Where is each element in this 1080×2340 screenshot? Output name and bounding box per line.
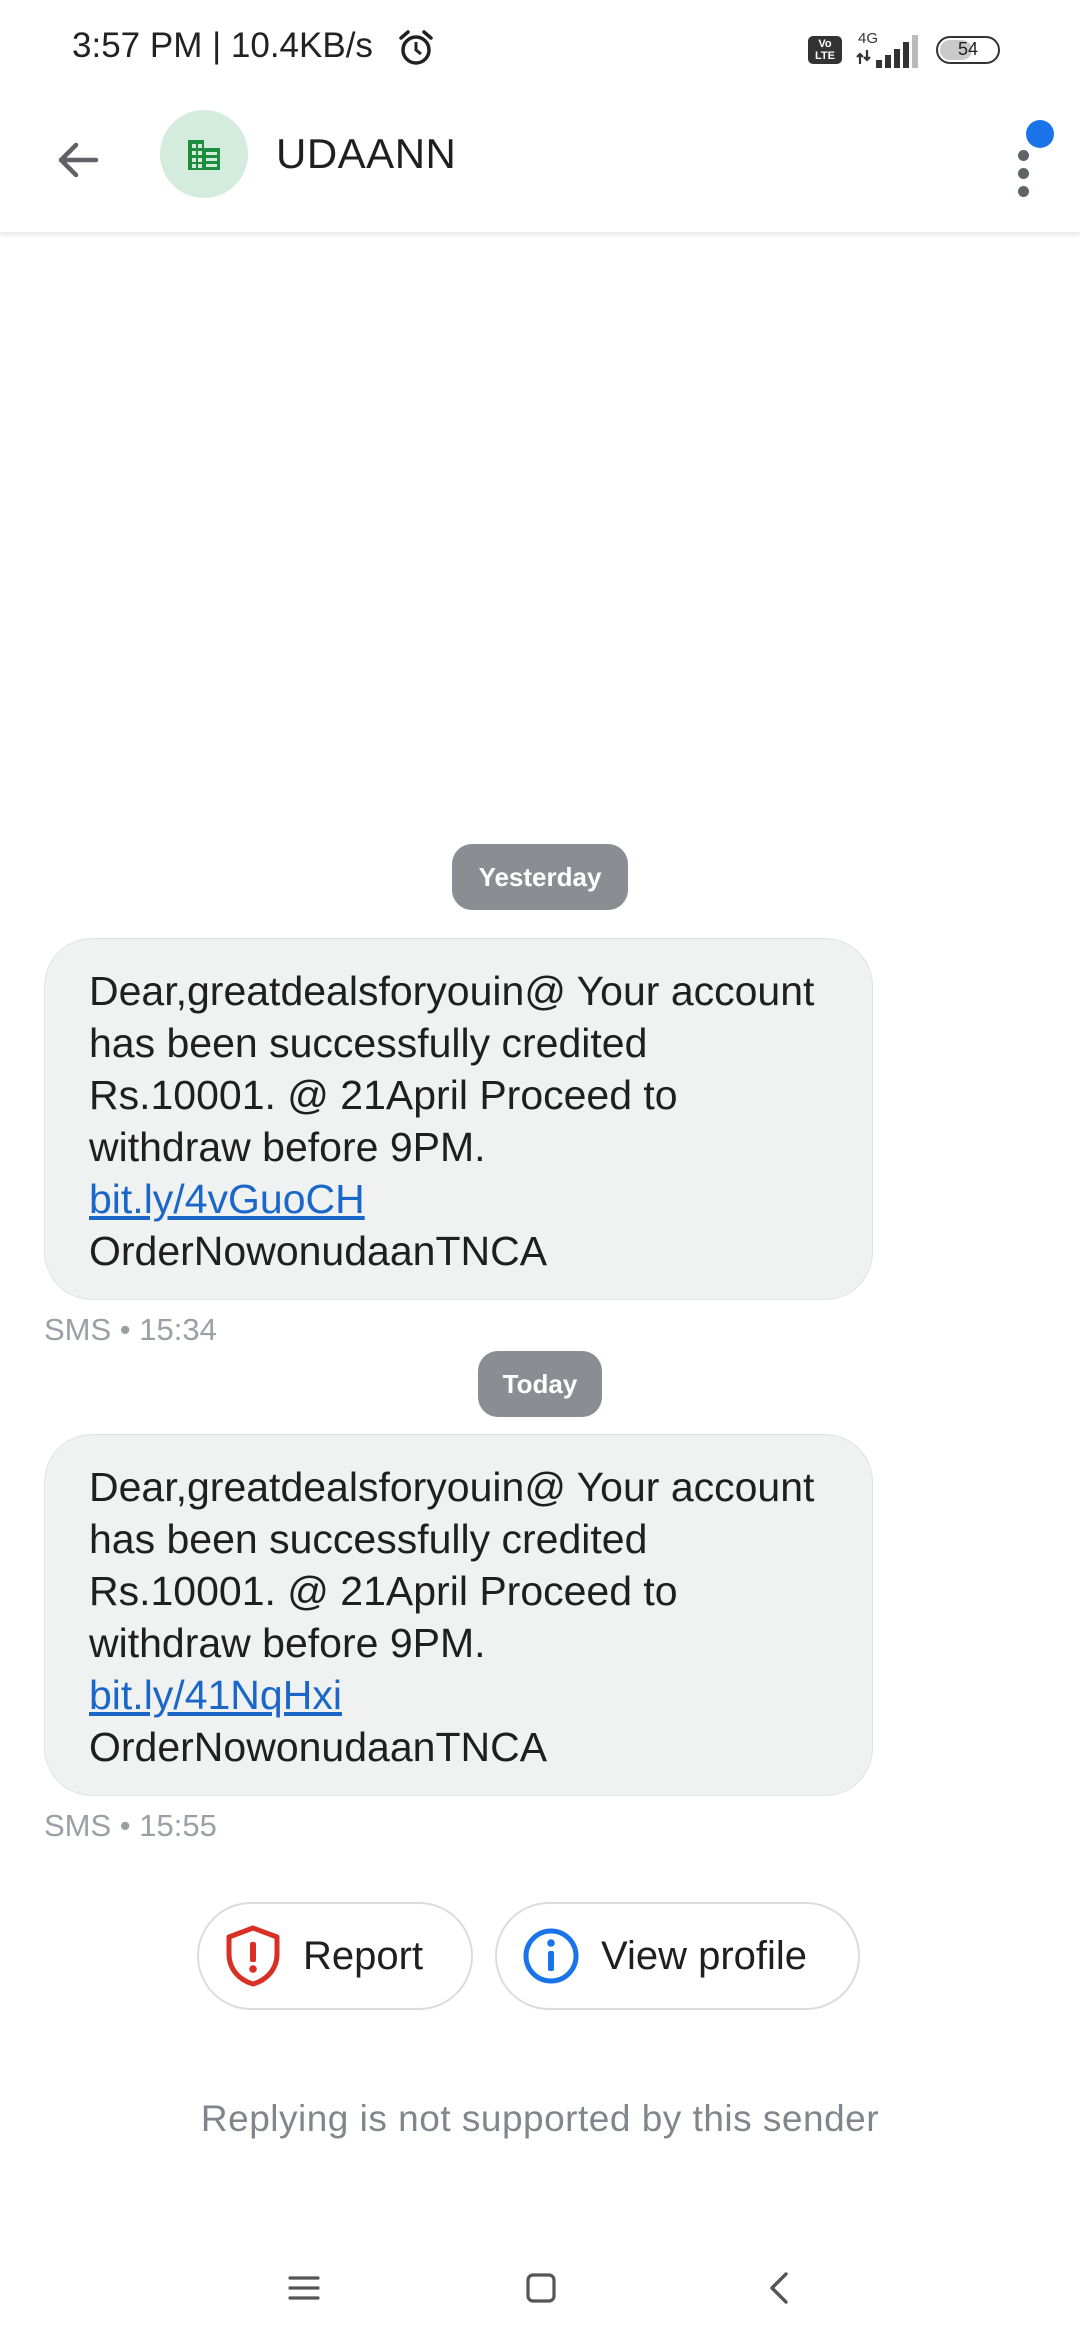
battery-level: 54 [957,39,979,59]
network-type: 4G [858,30,878,47]
message-text-end: OrderNowonudaanTNCA [89,1724,548,1770]
business-icon [188,140,220,170]
message-bubble[interactable]: Dear,greatdealsforyouin@ Your account ha… [44,1434,873,1796]
app-bar: UDAANN [0,96,1080,232]
home-button[interactable] [511,2258,571,2318]
message-text-end: OrderNowonudaanTNCA [89,1228,548,1274]
alarm-icon [399,30,433,65]
nav-back-button[interactable] [749,2258,809,2318]
volte-icon: Vo LTE [808,36,842,64]
view-profile-label: View profile [601,1933,808,1978]
message-link[interactable]: bit.ly/4vGuoCH [89,1176,365,1222]
message-text: Dear,greatdealsforyouin@ Your account ha… [89,968,815,1170]
recents-button[interactable] [274,2258,334,2318]
date-chip-today: Today [478,1351,602,1417]
recents-icon [288,2276,320,2300]
message-meta: SMS • 15:55 [44,1808,217,1843]
status-time: 3:57 PM | 10.4KB/s [72,26,373,65]
date-chip-yesterday: Yesterday [452,844,628,910]
sender-name: UDAANN [276,130,457,177]
status-icons: Vo LTE 4G 54 [808,30,1000,70]
system-nav-bar [0,2240,1080,2340]
notification-dot [1026,120,1054,148]
report-label: Report [303,1933,424,1978]
view-profile-button[interactable]: View profile [495,1902,860,2010]
back-icon [770,2272,788,2304]
battery-icon: 54 [936,36,1000,64]
arrow-back-icon [58,142,99,178]
message-link[interactable]: bit.ly/41NqHxi [89,1672,342,1718]
more-options-button[interactable] [990,114,1066,214]
report-button[interactable]: Report [197,1902,473,2010]
message-meta: SMS • 15:34 [44,1312,217,1347]
home-icon [526,2273,556,2303]
more-vert-icon [1018,150,1029,161]
signal-icon: 4G [856,30,918,68]
shield-alert-icon [226,1925,280,1987]
back-button[interactable] [44,126,112,194]
status-bar: 3:57 PM | 10.4KB/s Vo LTE 4G 54 [0,0,1080,96]
message-bubble[interactable]: Dear,greatdealsforyouin@ Your account ha… [44,938,873,1300]
avatar[interactable] [160,110,248,198]
info-icon [523,1928,579,1984]
message-text: Dear,greatdealsforyouin@ Your account ha… [89,1464,815,1666]
reply-not-supported-note: Replying is not supported by this sender [200,2098,880,2139]
